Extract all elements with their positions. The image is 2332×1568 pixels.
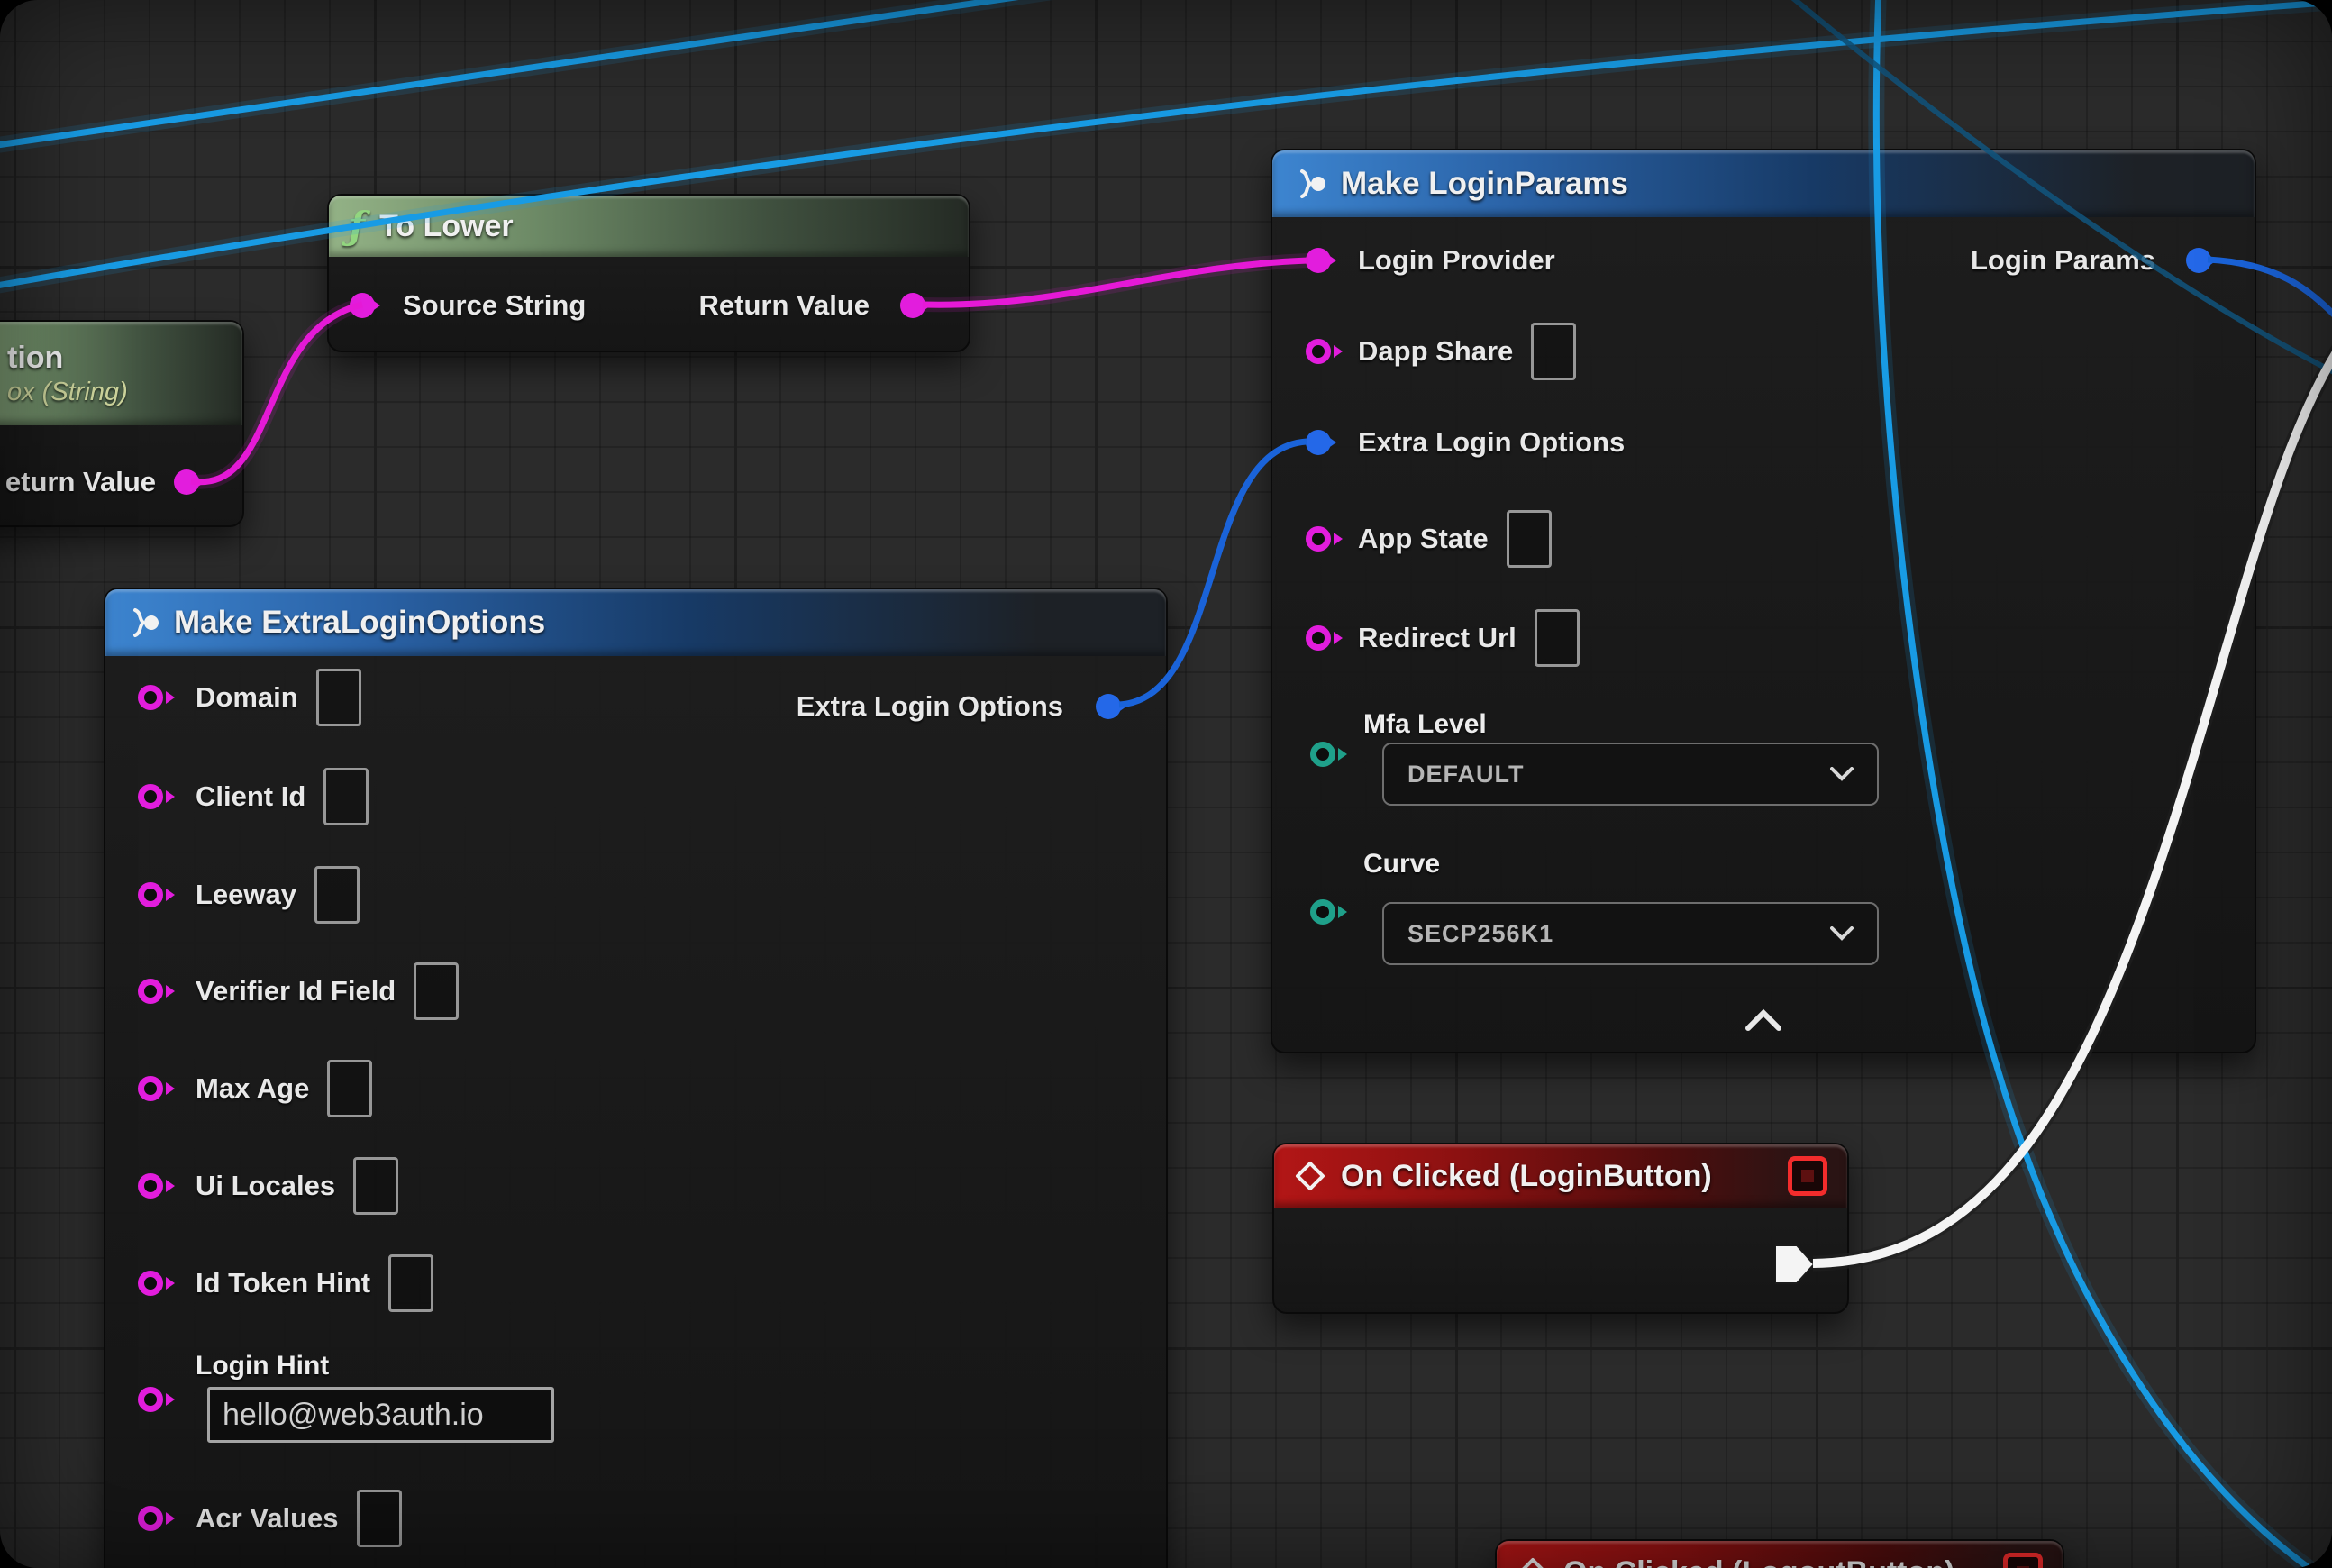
on-clicked-login-title: On Clicked (LoginButton): [1341, 1159, 1712, 1194]
node-partial-gettext[interactable]: tion ox (String) eturn Value: [0, 320, 244, 527]
make-struct-icon: [1292, 167, 1326, 201]
mfa-level-label: Mfa Level: [1363, 709, 1487, 740]
id-token-hint-row: Id Token Hint: [105, 1256, 433, 1310]
ui-locales-row: Ui Locales: [105, 1159, 398, 1213]
node-on-clicked-logout-button[interactable]: On Clicked (LogoutButton): [1495, 1539, 2064, 1568]
node-on-clicked-login-button[interactable]: On Clicked (LoginButton): [1272, 1143, 1849, 1314]
make-extra-login-options-title: Make ExtraLoginOptions: [174, 605, 545, 641]
client-id-pin[interactable]: [138, 784, 163, 809]
domain-value-box[interactable]: [316, 669, 361, 726]
acr-values-value-box[interactable]: [357, 1490, 402, 1547]
verifier-id-field-value-box[interactable]: [414, 962, 459, 1020]
extra-login-options-input-row: Extra Login Options: [1272, 415, 1625, 469]
dapp-share-row: Dapp Share: [1272, 324, 1576, 378]
delegate-output-pin[interactable]: [1788, 1156, 1827, 1196]
event-diamond-icon: [1517, 1556, 1549, 1568]
make-struct-icon: [125, 606, 159, 640]
blueprint-graph-canvas[interactable]: tion ox (String) eturn Value ƒ To Lower …: [0, 0, 2332, 1568]
exec-output-pin[interactable]: [1775, 1244, 1815, 1290]
node-partial-title: tion: [7, 341, 63, 376]
login-hint-input[interactable]: [207, 1387, 554, 1443]
max-age-row: Max Age: [105, 1062, 372, 1116]
mfa-level-pin[interactable]: [1310, 742, 1335, 767]
app-state-value-box[interactable]: [1507, 510, 1552, 568]
curve-dropdown[interactable]: SECP256K1: [1382, 902, 1879, 965]
verifier-id-field-row: Verifier Id Field: [105, 964, 459, 1018]
login-hint-label: Login Hint: [196, 1351, 329, 1381]
extra-login-options-output-pin[interactable]: [1096, 694, 1121, 719]
source-string-row: Source String: [329, 278, 586, 333]
node-partial-subtitle: ox (String): [7, 378, 128, 407]
login-hint-group: Login Hint: [105, 1342, 1166, 1459]
redirect-url-pin[interactable]: [1306, 625, 1331, 651]
chevron-down-icon: [1830, 926, 1854, 941]
delegate-output-pin[interactable]: [2003, 1553, 2043, 1568]
login-provider-row: Login Provider: [1272, 233, 1555, 287]
leeway-row: Leeway: [105, 868, 360, 922]
chevron-down-icon: [1830, 767, 1854, 781]
redirect-url-row: Redirect Url: [1272, 611, 1580, 665]
on-clicked-login-header[interactable]: On Clicked (LoginButton): [1274, 1144, 1847, 1208]
login-params-pin[interactable]: [2186, 248, 2211, 273]
ui-locales-value-box[interactable]: [353, 1157, 398, 1215]
login-provider-pin[interactable]: [1306, 248, 1331, 273]
app-state-pin[interactable]: [1306, 526, 1331, 552]
extra-login-options-output-row: Extra Login Options: [797, 679, 1166, 734]
curve-label: Curve: [1363, 849, 1440, 880]
event-diamond-icon: [1294, 1160, 1326, 1192]
acr-values-row: Acr Values: [105, 1491, 402, 1545]
ui-locales-pin[interactable]: [138, 1173, 163, 1199]
acr-values-pin[interactable]: [138, 1506, 163, 1531]
extra-login-options-input-pin[interactable]: [1306, 430, 1331, 455]
redirect-url-value-box[interactable]: [1535, 609, 1580, 667]
max-age-pin[interactable]: [138, 1076, 163, 1101]
curve-pin[interactable]: [1310, 899, 1335, 925]
node-partial-header[interactable]: tion ox (String): [0, 322, 242, 425]
to-lower-return-pin[interactable]: [900, 293, 925, 318]
max-age-value-box[interactable]: [327, 1060, 372, 1117]
client-id-row: Client Id: [105, 770, 369, 824]
id-token-hint-pin[interactable]: [138, 1271, 163, 1296]
on-clicked-logout-title: On Clicked (LogoutButton): [1563, 1555, 1954, 1568]
to-lower-header[interactable]: ƒ To Lower: [329, 196, 969, 257]
mfa-level-dropdown[interactable]: DEFAULT: [1382, 743, 1879, 806]
leeway-pin[interactable]: [138, 882, 163, 907]
app-state-row: App State: [1272, 512, 1552, 566]
on-clicked-logout-header[interactable]: On Clicked (LogoutButton): [1497, 1541, 2063, 1568]
domain-row: Domain: [105, 670, 361, 725]
client-id-value-box[interactable]: [323, 768, 369, 825]
dapp-share-value-box[interactable]: [1531, 323, 1576, 380]
verifier-id-field-pin[interactable]: [138, 979, 163, 1004]
node-make-extra-login-options[interactable]: Make ExtraLoginOptions Domain Extra Logi…: [104, 588, 1168, 1568]
id-token-hint-value-box[interactable]: [388, 1254, 433, 1312]
dapp-share-pin[interactable]: [1306, 339, 1331, 364]
make-login-params-header[interactable]: Make LoginParams: [1272, 150, 2255, 217]
make-extra-login-options-header[interactable]: Make ExtraLoginOptions: [105, 589, 1166, 656]
make-login-params-title: Make LoginParams: [1341, 166, 1628, 202]
login-hint-pin[interactable]: [138, 1387, 163, 1412]
leeway-value-box[interactable]: [314, 866, 360, 924]
node-make-login-params[interactable]: Make LoginParams Login Provider Login Pa…: [1271, 149, 2256, 1053]
domain-pin[interactable]: [138, 685, 163, 710]
collapse-node-button[interactable]: [1744, 1008, 1782, 1036]
